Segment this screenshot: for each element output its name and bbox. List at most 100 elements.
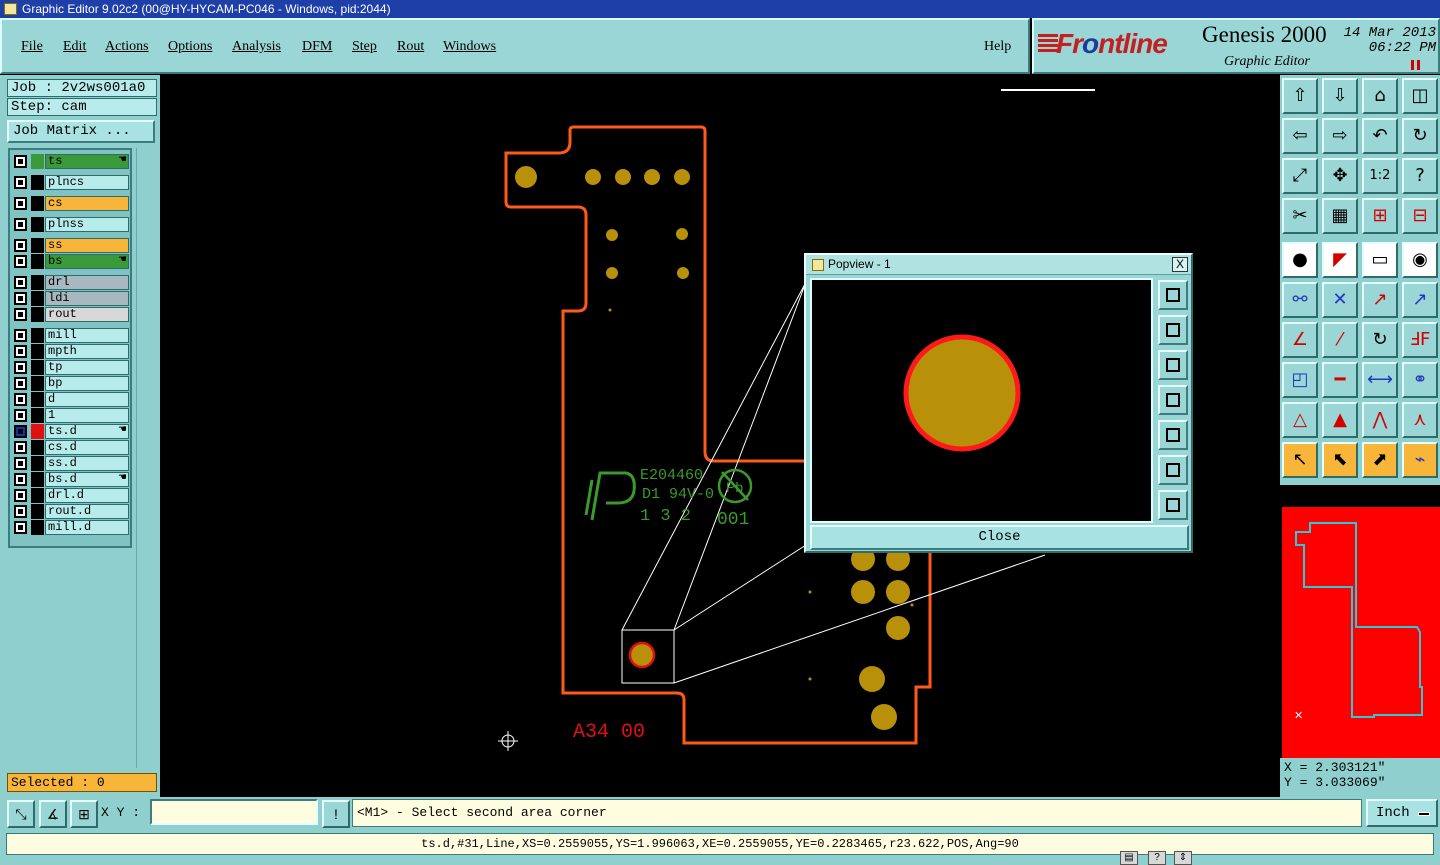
triangle-up-icon[interactable]: ▲ bbox=[1322, 402, 1358, 438]
layer-scrollbar[interactable] bbox=[136, 148, 156, 768]
layer-checkbox[interactable] bbox=[14, 473, 27, 486]
layer-row-cs[interactable]: cs bbox=[12, 196, 130, 211]
layer-checkbox[interactable] bbox=[14, 393, 27, 406]
arch-slash-icon[interactable]: ⋏ bbox=[1402, 402, 1438, 438]
move-blue-icon[interactable]: ↗ bbox=[1402, 282, 1438, 318]
arc-icon[interactable]: ↻ bbox=[1362, 322, 1398, 358]
layer-color-swatch[interactable] bbox=[31, 238, 44, 253]
pointer-box-icon[interactable]: ⬉ bbox=[1322, 442, 1358, 478]
layer-color-swatch[interactable] bbox=[31, 254, 44, 269]
add-pad-icon[interactable]: ● bbox=[1282, 242, 1318, 278]
layer-color-swatch[interactable] bbox=[31, 472, 44, 487]
layer-name[interactable]: ss.d bbox=[45, 456, 129, 471]
popview-pan-right-icon[interactable] bbox=[1158, 420, 1188, 450]
measure-icon[interactable]: ✂ bbox=[1282, 198, 1318, 234]
popview-close-button[interactable]: Close bbox=[810, 525, 1189, 550]
pan-down-icon[interactable]: ⇩ bbox=[1322, 78, 1358, 114]
pan-up-icon[interactable]: ⇧ bbox=[1282, 78, 1318, 114]
popview-close-icon[interactable]: X bbox=[1172, 257, 1188, 272]
popview-zoom-icon[interactable] bbox=[1158, 280, 1188, 310]
layer-checkbox[interactable] bbox=[14, 425, 27, 438]
zoom-center-icon[interactable]: ✥ bbox=[1322, 158, 1358, 194]
layer-name[interactable]: bs.d bbox=[45, 472, 129, 487]
popview-title-bar[interactable]: Popview - 1 X bbox=[806, 255, 1191, 275]
home-view-icon[interactable]: ⌂ bbox=[1362, 78, 1398, 114]
layer-name[interactable]: mill.d bbox=[45, 520, 129, 535]
layer-row-ts-d[interactable]: ts.d ☚ bbox=[12, 424, 130, 439]
layer-row-drl-d[interactable]: drl.d bbox=[12, 488, 130, 503]
layer-row-drl[interactable]: drl bbox=[12, 275, 130, 290]
menu-windows[interactable]: Windows bbox=[443, 39, 496, 55]
menu-actions[interactable]: Actions bbox=[105, 39, 149, 55]
layer-color-swatch[interactable] bbox=[31, 217, 44, 232]
layer-checkbox[interactable] bbox=[14, 489, 27, 502]
layer-row-plncs[interactable]: plncs bbox=[12, 175, 130, 190]
layer-color-swatch[interactable] bbox=[31, 307, 44, 322]
popview-pan-down-icon[interactable] bbox=[1158, 350, 1188, 380]
units-select[interactable]: Inch bbox=[1366, 799, 1438, 827]
layer-color-swatch[interactable] bbox=[31, 456, 44, 471]
add-line-icon[interactable]: ◤ bbox=[1322, 242, 1358, 278]
grid-icon[interactable]: ▦ bbox=[1322, 198, 1358, 234]
zoom-fit-icon[interactable]: ⤢ bbox=[1282, 158, 1318, 194]
xy-input[interactable] bbox=[150, 799, 318, 825]
layer-name[interactable]: ts.d bbox=[45, 424, 129, 439]
layer-name[interactable]: mpth bbox=[45, 344, 129, 359]
layer-checkbox[interactable] bbox=[14, 218, 27, 231]
layer-row-bp[interactable]: bp bbox=[12, 376, 130, 391]
layer-color-swatch[interactable] bbox=[31, 504, 44, 519]
layer-name[interactable]: ts bbox=[45, 154, 129, 169]
angle-icon[interactable]: ∠ bbox=[1282, 322, 1318, 358]
layer-name[interactable]: drl bbox=[45, 275, 129, 290]
snap-grid-icon[interactable]: ⊞ bbox=[70, 800, 98, 828]
mirror-icon[interactable]: ℲF bbox=[1402, 322, 1438, 358]
layer-row-bs[interactable]: bs ☚ bbox=[12, 254, 130, 269]
layer-checkbox[interactable] bbox=[14, 176, 27, 189]
popview-fit-icon[interactable] bbox=[1158, 455, 1188, 485]
layer-row-ldi[interactable]: ldi bbox=[12, 291, 130, 306]
layer-checkbox[interactable] bbox=[14, 308, 27, 321]
layer-name[interactable]: plnss bbox=[45, 217, 129, 232]
layer-color-swatch[interactable] bbox=[31, 392, 44, 407]
select-pad-icon[interactable]: ◉ bbox=[1402, 242, 1438, 278]
layer-name[interactable]: d bbox=[45, 392, 129, 407]
layer-color-swatch[interactable] bbox=[31, 291, 44, 306]
pointer-route-icon[interactable]: ⌁ bbox=[1402, 442, 1438, 478]
route-connect-icon[interactable]: ⚯ bbox=[1282, 282, 1318, 318]
layer-color-swatch[interactable] bbox=[31, 154, 44, 169]
layer-checkbox[interactable] bbox=[14, 276, 27, 289]
split-view-icon[interactable]: ◫ bbox=[1402, 78, 1438, 114]
popview-pan-up-icon[interactable] bbox=[1158, 315, 1188, 345]
layer-name[interactable]: tp bbox=[45, 360, 129, 375]
pointer-arrow-icon[interactable]: ⬈ bbox=[1362, 442, 1398, 478]
layer-color-swatch[interactable] bbox=[31, 520, 44, 535]
layer-checkbox[interactable] bbox=[14, 361, 27, 374]
pan-right-icon[interactable]: ⇨ bbox=[1322, 118, 1358, 154]
layer-name[interactable]: drl.d bbox=[45, 488, 129, 503]
layer-color-swatch[interactable] bbox=[31, 360, 44, 375]
undo-view-icon[interactable]: ↶ bbox=[1362, 118, 1398, 154]
dimension-icon[interactable]: ⟷ bbox=[1362, 362, 1398, 398]
layer-row-mill[interactable]: mill bbox=[12, 328, 130, 343]
layer-checkbox[interactable] bbox=[14, 409, 27, 422]
layer-color-swatch[interactable] bbox=[31, 328, 44, 343]
menu-help[interactable]: Help bbox=[984, 39, 1011, 55]
layer-row-ss-d[interactable]: ss.d bbox=[12, 456, 130, 471]
pointer-icon[interactable]: ↖ bbox=[1282, 442, 1318, 478]
menu-edit[interactable]: Edit bbox=[63, 39, 86, 55]
layer-row-mpth[interactable]: mpth bbox=[12, 344, 130, 359]
layer-row-tp[interactable]: tp bbox=[12, 360, 130, 375]
cross-icon[interactable]: ✕ bbox=[1322, 282, 1358, 318]
menu-step[interactable]: Step bbox=[352, 39, 377, 55]
layer-color-swatch[interactable] bbox=[31, 424, 44, 439]
layer-name[interactable]: cs bbox=[45, 196, 129, 211]
job-matrix-button[interactable]: Job Matrix ... bbox=[7, 120, 155, 143]
snap-red-icon[interactable]: ⊞ bbox=[1362, 198, 1398, 234]
layer-name[interactable]: ss bbox=[45, 238, 129, 253]
layer-row-cs-d[interactable]: cs.d bbox=[12, 440, 130, 455]
layer-checkbox[interactable] bbox=[14, 377, 27, 390]
pan-left-icon[interactable]: ⇦ bbox=[1282, 118, 1318, 154]
box-select-icon[interactable]: ◰ bbox=[1282, 362, 1318, 398]
layer-checkbox[interactable] bbox=[14, 329, 27, 342]
layer-name[interactable]: 1 bbox=[45, 408, 129, 423]
